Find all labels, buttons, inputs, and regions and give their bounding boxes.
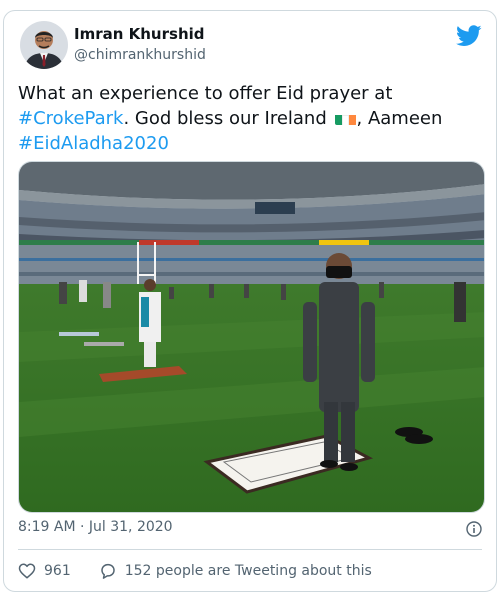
hashtag-link[interactable]: #EidAladha2020 [18, 133, 169, 154]
speech-bubble-icon [100, 563, 115, 579]
ireland-flag-icon [334, 111, 357, 125]
tweet-text-part: What an experience to offer Eid prayer a… [18, 83, 393, 104]
author-name[interactable]: Imran Khurshid [74, 25, 205, 43]
like-button[interactable]: 961 [18, 562, 71, 580]
tweet-text-part: . God bless our Ireland [123, 108, 333, 129]
avatar[interactable] [20, 21, 68, 69]
hashtag-link[interactable]: #CrokePark [18, 108, 123, 129]
twitter-bird-icon[interactable] [455, 25, 482, 47]
reply-button[interactable]: 152 people are Tweeting about this [99, 562, 372, 580]
tweet-text-part: , Aameen [356, 108, 443, 129]
author-handle[interactable]: @chimrankhurshid [74, 47, 206, 63]
heart-icon [18, 563, 36, 579]
like-count: 961 [44, 563, 71, 579]
info-icon[interactable] [466, 521, 482, 537]
reply-text: 152 people are Tweeting about this [124, 563, 372, 579]
tweet-text: What an experience to offer Eid prayer a… [18, 81, 484, 156]
divider [18, 549, 482, 550]
tweet-timestamp[interactable]: 8:19 AM · Jul 31, 2020 [18, 519, 173, 535]
tweet-actions: 961 152 people are Tweeting about this [18, 562, 372, 580]
tweet-card: Imran Khurshid @chimrankhurshid What an … [3, 10, 497, 592]
tweet-photo[interactable] [18, 161, 485, 513]
